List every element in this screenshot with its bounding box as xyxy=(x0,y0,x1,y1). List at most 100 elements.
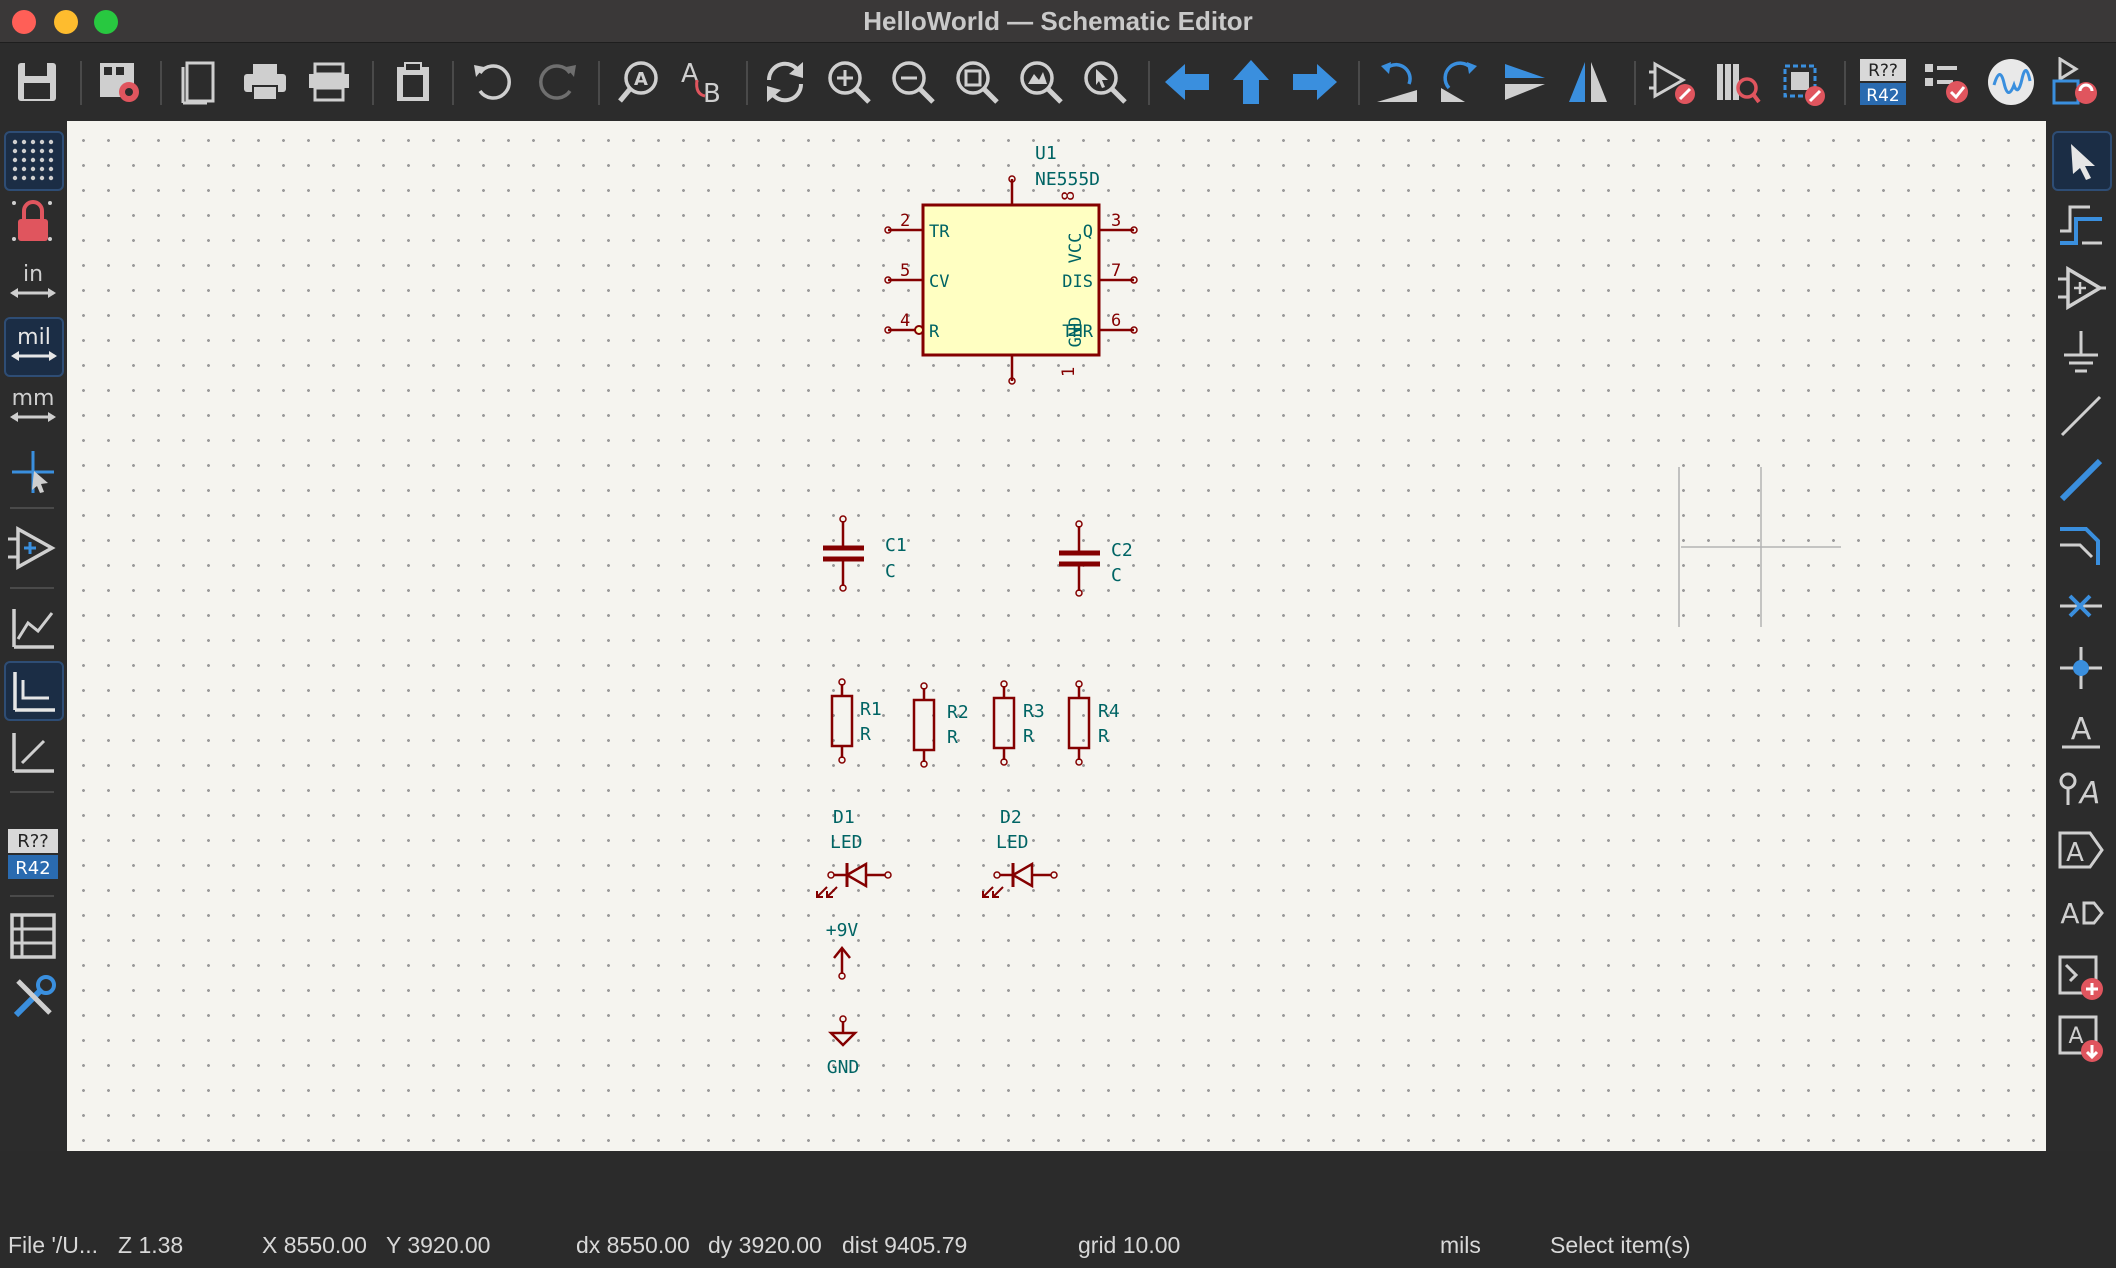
units-mils-icon[interactable]: mil xyxy=(4,317,64,377)
line-mode-free-icon[interactable] xyxy=(4,599,62,657)
symbol-r3[interactable] xyxy=(992,680,1016,766)
highlight-net-icon[interactable] xyxy=(2052,195,2110,253)
symbol-d1[interactable] xyxy=(816,861,892,898)
zoom-objects-icon[interactable] xyxy=(1014,55,1068,109)
add-hier-label-glyph: A xyxy=(2060,897,2079,930)
add-junction-icon[interactable] xyxy=(2052,639,2110,697)
rotate-cw-icon[interactable] xyxy=(1434,55,1488,109)
hidden-pins-icon[interactable] xyxy=(4,519,62,577)
symbol-r1[interactable] xyxy=(830,678,854,764)
find-icon[interactable]: A xyxy=(612,55,666,109)
zoom-fit-icon[interactable] xyxy=(950,55,1004,109)
add-hier-label-icon[interactable]: A xyxy=(2052,883,2110,941)
symbol-c2[interactable] xyxy=(1059,520,1100,597)
toolbar-separator xyxy=(10,587,54,589)
annotation-visibility-icon[interactable]: R?? R42 xyxy=(4,825,62,883)
symbol-d2[interactable] xyxy=(982,861,1058,898)
grid-toggle-icon[interactable] xyxy=(4,131,64,191)
navigate-forward-icon[interactable] xyxy=(1288,55,1342,109)
u1-pin-number: 7 xyxy=(1111,261,1121,281)
mirror-vertical-icon[interactable] xyxy=(1498,55,1552,109)
symbol-r4[interactable] xyxy=(1067,680,1091,766)
symbol-editor-icon[interactable] xyxy=(1646,55,1700,109)
erc-icon[interactable] xyxy=(1920,55,1974,109)
navigate-up-icon[interactable] xyxy=(1224,55,1278,109)
page-settings-icon[interactable] xyxy=(172,55,226,109)
u1-reference: U1 xyxy=(1035,143,1057,164)
r2-reference: R2 xyxy=(947,702,969,723)
add-net-class-icon[interactable]: A xyxy=(2052,761,2110,819)
r1-reference: R1 xyxy=(860,699,882,720)
u1-pin-number: 4 xyxy=(900,311,910,331)
d2-value: LED xyxy=(996,832,1029,853)
zoom-in-icon[interactable] xyxy=(822,55,876,109)
r4-reference: R4 xyxy=(1098,701,1120,722)
simulator-icon[interactable] xyxy=(1984,55,2038,109)
zoom-out-icon[interactable] xyxy=(886,55,940,109)
symbol-power-9v[interactable] xyxy=(833,945,851,980)
symbol-browser-icon[interactable] xyxy=(1710,55,1764,109)
add-sheet-icon[interactable] xyxy=(2052,947,2110,1005)
zoom-selection-icon[interactable] xyxy=(1078,55,1132,109)
rotate-ccw-icon[interactable] xyxy=(1370,55,1424,109)
undo-icon[interactable] xyxy=(466,55,520,109)
u1-pin-number: 3 xyxy=(1111,211,1121,231)
toolbar-separator xyxy=(598,61,600,105)
units-mm-icon[interactable]: mm xyxy=(4,379,62,437)
print-icon[interactable] xyxy=(238,55,292,109)
add-power-icon[interactable] xyxy=(2052,323,2110,381)
footprint-editor-icon[interactable] xyxy=(1774,55,1828,109)
plot-icon[interactable] xyxy=(302,55,356,109)
units-inches-label: in xyxy=(23,262,43,287)
select-tool-icon[interactable] xyxy=(2052,131,2112,191)
find-replace-icon[interactable]: AB xyxy=(676,55,730,109)
add-global-label-glyph: A xyxy=(2066,838,2084,868)
status-distance: dist 9405.79 xyxy=(842,1232,968,1258)
redo-icon[interactable] xyxy=(530,55,584,109)
import-sheet-pin-icon[interactable]: A xyxy=(2052,1009,2110,1067)
gnd-label: GND xyxy=(827,1057,860,1078)
grid-lock-icon[interactable] xyxy=(4,193,62,251)
toolbar-separator xyxy=(160,61,162,105)
no-connect-icon[interactable] xyxy=(2052,577,2110,635)
add-wire-icon[interactable] xyxy=(2052,387,2110,445)
c2-reference: C2 xyxy=(1111,540,1133,561)
add-bus-icon[interactable] xyxy=(2052,451,2110,509)
navigate-back-icon[interactable] xyxy=(1160,55,1214,109)
status-zoom: Z 1.38 xyxy=(118,1232,184,1258)
properties-tools-icon[interactable] xyxy=(4,969,62,1027)
right-toolbar: A A A A A xyxy=(2046,121,2116,1151)
hierarchy-navigator-icon[interactable] xyxy=(4,907,62,965)
paste-icon[interactable] xyxy=(386,55,440,109)
symbol-c1[interactable] xyxy=(823,515,864,592)
refresh-icon[interactable] xyxy=(758,55,812,109)
bus-entry-icon[interactable] xyxy=(2052,515,2110,573)
add-symbol-icon[interactable] xyxy=(2052,259,2110,317)
line-mode-90-icon[interactable] xyxy=(4,661,64,721)
r2-value: R xyxy=(947,727,958,748)
units-mm-label: mm xyxy=(12,386,55,411)
update-pcb-icon[interactable] xyxy=(2048,55,2102,109)
symbol-u1[interactable] xyxy=(884,175,1138,385)
line-mode-45-icon[interactable] xyxy=(4,723,62,781)
units-mils-label: mil xyxy=(17,325,51,350)
save-icon[interactable] xyxy=(10,55,64,109)
add-label-icon[interactable]: A xyxy=(2052,701,2110,759)
toolbar-separator xyxy=(1634,61,1636,105)
r1-value: R xyxy=(860,724,871,745)
u1-pin-number: 2 xyxy=(900,211,910,231)
mirror-horizontal-icon[interactable] xyxy=(1562,55,1616,109)
annotate-icon[interactable]: R?? R42 xyxy=(1856,55,1910,109)
c1-reference: C1 xyxy=(885,535,907,556)
import-sheet-pin-glyph: A xyxy=(2068,1024,2083,1049)
add-global-label-icon[interactable]: A xyxy=(2052,821,2110,879)
symbol-gnd[interactable] xyxy=(827,1015,859,1047)
full-crosshair-icon[interactable] xyxy=(4,443,62,501)
schematic-canvas[interactable]: U1 NE555D 2 TR 5 CV 4 R 3 Q 7 DIS 6 THR … xyxy=(67,121,2046,1151)
c2-value: C xyxy=(1111,565,1122,586)
units-inches-icon[interactable]: in xyxy=(4,255,62,313)
symbol-r2[interactable] xyxy=(912,682,936,768)
status-message: Select item(s) xyxy=(1550,1232,1691,1258)
toolbar-separator xyxy=(1844,61,1846,105)
schematic-setup-icon[interactable] xyxy=(92,55,146,109)
